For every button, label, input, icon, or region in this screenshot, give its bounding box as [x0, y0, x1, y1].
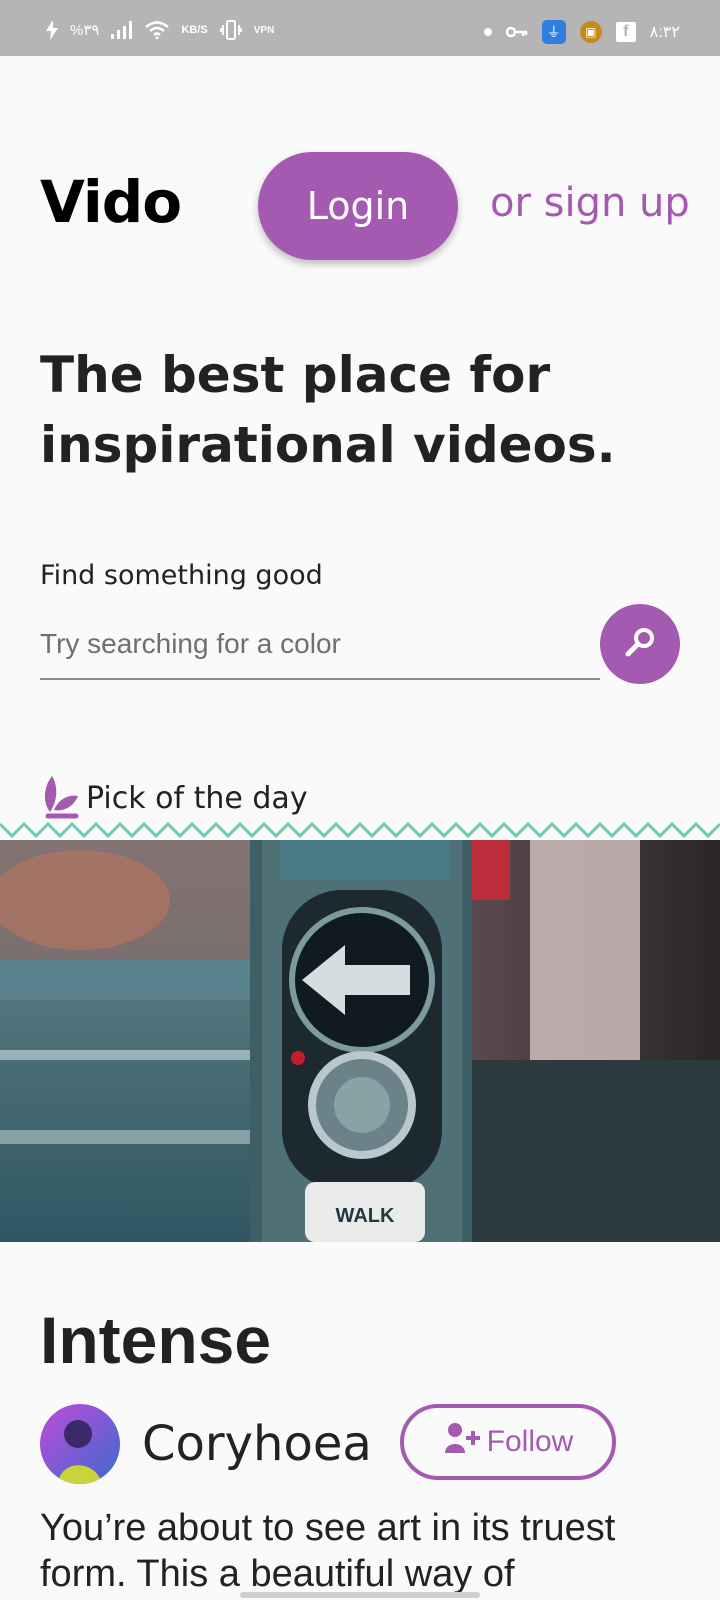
usb-icon: ⏚: [541, 20, 566, 44]
pick-of-day-photo[interactable]: WALK: [0, 840, 720, 1242]
zigzag-divider: [0, 821, 720, 839]
video-title: Intense: [40, 1303, 272, 1377]
app-icon: ▣: [579, 21, 602, 43]
login-button[interactable]: Login: [258, 152, 458, 260]
vpn-text: VPN: [253, 24, 275, 36]
follow-label: Follow: [486, 1425, 574, 1458]
hero-title: The best place for inspirational videos.: [40, 346, 616, 474]
wifi-icon: [145, 21, 170, 39]
follow-button[interactable]: Follow: [400, 1404, 616, 1480]
status-right: ⏚ ▣ f ۸:۳۲: [483, 20, 680, 44]
leaf-icon: [40, 772, 80, 824]
photo-caption: WALK: [336, 1205, 395, 1227]
home-indicator[interactable]: [240, 1592, 480, 1598]
clock: ۸:۳۲: [649, 24, 680, 41]
charging-icon: [46, 20, 58, 40]
pick-of-day-header: Pick of the day: [40, 772, 308, 824]
video-description: You’re about to see art in its truest fo…: [40, 1507, 616, 1595]
vibrate-icon: [219, 20, 242, 40]
avatar[interactable]: [40, 1404, 120, 1484]
search-label: Find something good: [40, 560, 323, 591]
author-name[interactable]: Coryhoea: [142, 1416, 372, 1472]
signal-icon: [111, 21, 133, 39]
add-user-icon: [443, 1421, 481, 1463]
status-left: %۳۹ KB/S VPN: [46, 20, 274, 40]
search-icon: [623, 625, 657, 663]
pick-of-day-label: Pick of the day: [86, 780, 308, 816]
author-row: Coryhoea: [40, 1404, 372, 1484]
signup-link[interactable]: or sign up: [490, 180, 690, 226]
facebook-icon: f: [615, 22, 636, 42]
battery-text: %۳۹: [70, 22, 100, 39]
dot-icon: [483, 28, 492, 36]
key-icon: [505, 26, 528, 38]
search-button[interactable]: [600, 604, 680, 684]
app-logo: Vido: [40, 168, 182, 236]
network-speed: KB/S: [181, 24, 208, 36]
status-bar: %۳۹ KB/S VPN ⏚ ▣ f ۸:۳۲: [0, 0, 720, 56]
search-input[interactable]: [40, 610, 600, 680]
